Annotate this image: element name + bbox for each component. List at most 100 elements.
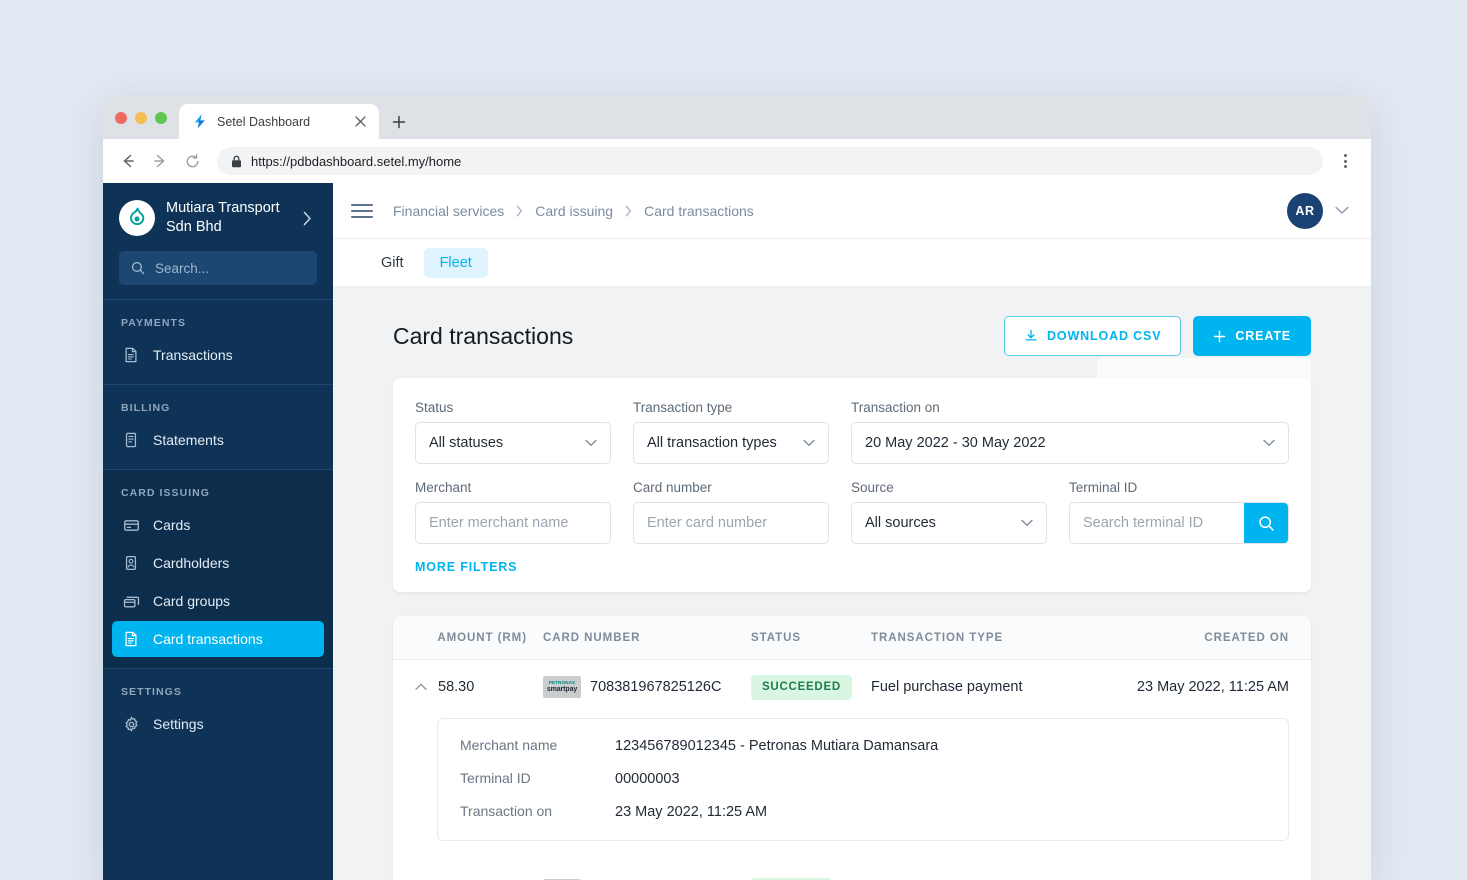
browser-tabstrip: Setel Dashboard: [103, 96, 1371, 139]
table-row[interactable]: 80.00 PETRONAS smartpay 708381967825126C: [393, 863, 1311, 880]
sidebar-item-transactions[interactable]: Transactions: [112, 337, 324, 373]
card-number-value: 708381967825126C: [590, 679, 722, 695]
sidebar-item-label: Card transactions: [153, 631, 263, 648]
sidebar-item-cardholders[interactable]: Cardholders: [112, 545, 324, 581]
nav-group-title: BILLING: [121, 402, 171, 415]
nav-group-payments: PAYMENTS Transactions: [103, 299, 333, 384]
new-tab-button[interactable]: [385, 104, 413, 139]
brand-bottom-text: smartpay: [546, 685, 578, 693]
filter-terminal-id-label: Terminal ID: [1069, 480, 1138, 495]
avatar[interactable]: AR: [1287, 192, 1323, 229]
nav-group-settings: SETTINGS Settings: [103, 668, 333, 753]
amount-value: 58.30: [438, 679, 475, 695]
sidebar-item-statements[interactable]: Statements: [112, 422, 324, 458]
transaction-type-select[interactable]: All transaction types: [633, 422, 829, 464]
sidebar-item-cards[interactable]: Cards: [112, 507, 324, 543]
card-number-input[interactable]: Enter card number: [633, 502, 829, 544]
status-select-value: All statuses: [429, 435, 504, 451]
search-icon: [1258, 515, 1275, 532]
download-csv-button[interactable]: DOWNLOAD CSV: [1004, 316, 1182, 356]
detail-line: Merchant name 123456789012345 - Petronas…: [460, 737, 1266, 754]
plus-icon: [1213, 330, 1226, 343]
more-filters-link[interactable]: MORE FILTERS: [415, 560, 1289, 574]
terminal-id-input[interactable]: Search terminal ID: [1070, 503, 1244, 543]
filters-card: Status All statuses Transaction type All…: [393, 378, 1311, 592]
merchant-input-placeholder: Enter merchant name: [429, 515, 569, 531]
column-header-card-number: CARD NUMBER: [543, 631, 641, 644]
cell-card-number: PETRONAS smartpay 708381967825126C: [543, 676, 751, 698]
reload-button[interactable]: [177, 146, 207, 176]
row-detail-box: Merchant name 123456789012345 - Petronas…: [437, 718, 1289, 841]
hamburger-menu-icon[interactable]: [351, 200, 373, 222]
search-input[interactable]: Search...: [119, 251, 317, 286]
sidebar-item-settings[interactable]: Settings: [112, 706, 324, 742]
create-button[interactable]: CREATE: [1193, 316, 1311, 356]
chevron-up-icon[interactable]: [415, 683, 428, 691]
nav-group-title: CARD ISSUING: [121, 487, 211, 500]
detail-value: 123456789012345 - Petronas Mutiara Daman…: [615, 738, 939, 754]
petronas-droplet-logo: [119, 200, 155, 237]
merchant-input[interactable]: Enter merchant name: [415, 502, 611, 544]
column-header-status: STATUS: [751, 631, 801, 644]
breadcrumb: Financial services Card issuing Card tra…: [393, 203, 1287, 219]
download-csv-label: DOWNLOAD CSV: [1047, 329, 1162, 343]
filter-card-number: Card number Enter card number: [633, 480, 829, 544]
breadcrumb-item-financial-services[interactable]: Financial services: [393, 203, 504, 219]
main-area: Financial services Card issuing Card tra…: [333, 183, 1371, 880]
transaction-on-value: 20 May 2022 - 30 May 2022: [865, 435, 1046, 451]
filter-terminal-id: Terminal ID Search terminal ID: [1069, 480, 1289, 544]
back-button[interactable]: [113, 146, 143, 176]
statement-icon: [122, 431, 140, 449]
table-row-group: 80.00 PETRONAS smartpay 708381967825126C: [393, 863, 1311, 880]
chevron-down-icon: [803, 439, 815, 447]
table-header-row: AMOUNT (RM) CARD NUMBER STATUS TRANSACTI…: [393, 616, 1311, 660]
browser-window: Setel Dashboard https://pdbdashboard.set…: [103, 96, 1371, 880]
user-menu[interactable]: AR: [1287, 192, 1349, 229]
window-traffic-lights: [115, 96, 179, 139]
sidebar-item-card-transactions[interactable]: Card transactions: [112, 621, 324, 658]
breadcrumb-item-card-issuing[interactable]: Card issuing: [535, 203, 613, 219]
filter-status-label: Status: [415, 400, 454, 415]
table-row[interactable]: 58.30 PETRONAS smartpay 708381967825126C: [393, 660, 1311, 714]
org-switcher[interactable]: Mutiara Transport Sdn Bhd: [119, 199, 317, 237]
tab-fleet[interactable]: Fleet: [423, 247, 488, 278]
sidebar: Mutiara Transport Sdn Bhd Search... PAYM…: [103, 183, 333, 880]
status-select[interactable]: All statuses: [415, 422, 611, 464]
detail-value: 00000003: [615, 771, 680, 787]
app-shell: Mutiara Transport Sdn Bhd Search... PAYM…: [103, 183, 1371, 880]
filter-merchant: Merchant Enter merchant name: [415, 480, 611, 544]
row-detail-panel: Merchant name 123456789012345 - Petronas…: [393, 714, 1311, 863]
detail-line: Terminal ID 00000003: [460, 770, 1266, 787]
filter-transaction-on-label: Transaction on: [851, 400, 940, 415]
cardholder-icon: [122, 554, 140, 572]
filter-card-number-label: Card number: [633, 480, 712, 495]
source-select[interactable]: All sources: [851, 502, 1047, 544]
transaction-on-daterange[interactable]: 20 May 2022 - 30 May 2022: [851, 422, 1289, 464]
browser-tab[interactable]: Setel Dashboard: [179, 104, 379, 139]
browser-addressbar: https://pdbdashboard.setel.my/home: [103, 139, 1371, 183]
browser-tab-title: Setel Dashboard: [217, 114, 311, 129]
chevron-down-icon[interactable]: [1335, 206, 1349, 215]
org-name: Mutiara Transport Sdn Bhd: [166, 200, 280, 236]
tab-gift[interactable]: Gift: [365, 248, 420, 278]
transactions-table: AMOUNT (RM) CARD NUMBER STATUS TRANSACTI…: [393, 616, 1311, 880]
terminal-search-button[interactable]: [1244, 503, 1288, 543]
transaction-type-select-value: All transaction types: [647, 435, 777, 451]
petronas-smartpay-logo: PETRONAS smartpay: [543, 676, 581, 698]
close-tab-icon[interactable]: [352, 114, 368, 130]
chevron-right-icon: [516, 204, 523, 217]
minimize-window-button[interactable]: [135, 111, 147, 124]
close-window-button[interactable]: [115, 111, 127, 124]
forward-button[interactable]: [145, 146, 175, 176]
page-actions: DOWNLOAD CSV CREATE: [1004, 316, 1311, 398]
sidebar-item-label: Settings: [153, 716, 204, 733]
sidebar-item-card-groups[interactable]: Card groups: [112, 583, 324, 619]
status-badge: SUCCEEDED: [751, 674, 852, 700]
filter-source: Source All sources: [851, 480, 1047, 544]
url-bar[interactable]: https://pdbdashboard.setel.my/home: [217, 147, 1323, 175]
browser-menu-icon[interactable]: [1333, 147, 1357, 175]
lock-icon: [231, 155, 242, 168]
breadcrumb-item-card-transactions: Card transactions: [644, 202, 754, 219]
maximize-window-button[interactable]: [155, 111, 167, 124]
table-row-group: 58.30 PETRONAS smartpay 708381967825126C: [393, 660, 1311, 863]
